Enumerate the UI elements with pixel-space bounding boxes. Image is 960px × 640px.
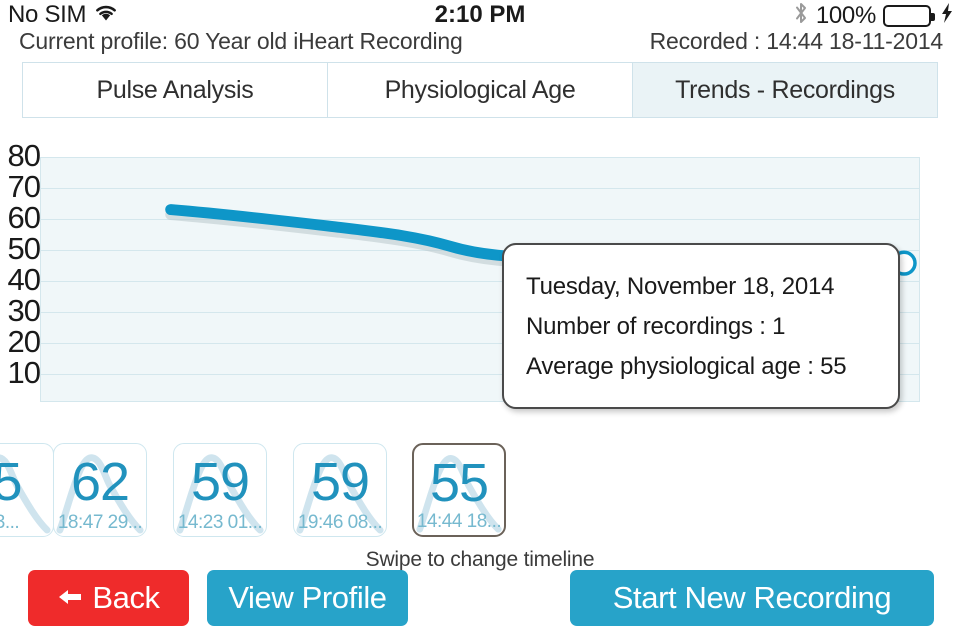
tab-bar: Pulse Analysis Physiological Age Trends … bbox=[22, 62, 938, 118]
thumbnail-value: 55 bbox=[429, 453, 489, 513]
thumbnail-value: 59 bbox=[190, 452, 250, 512]
chart-y-axis: 80 70 60 50 40 30 20 10 bbox=[0, 138, 41, 428]
tooltip-average-age-label: Average physiological age : 55 bbox=[526, 353, 847, 380]
tooltip-recordings-label: Number of recordings : 1 bbox=[526, 313, 786, 340]
y-tick-50: 50 bbox=[7, 231, 41, 266]
y-tick-10: 10 bbox=[7, 355, 41, 390]
back-button[interactable]: Back bbox=[28, 570, 189, 626]
back-button-label: Back bbox=[92, 580, 160, 615]
thumbnail-item[interactable]: 59 14:23 01... bbox=[173, 443, 267, 537]
battery-full-icon bbox=[883, 4, 935, 27]
thumbnail-value: 62 bbox=[70, 452, 130, 512]
start-new-recording-button-label: Start New Recording bbox=[612, 580, 892, 615]
swipe-hint-label: Swipe to change timeline bbox=[365, 548, 595, 571]
bluetooth-icon bbox=[793, 1, 809, 30]
current-profile-label: Current profile: 60 Year old iHeart Reco… bbox=[19, 28, 463, 54]
chart-tooltip: Tuesday, November 18, 2014 Number of rec… bbox=[502, 243, 900, 409]
thumbnail-time: 14:44 18... bbox=[416, 511, 502, 532]
thumbnail-value: 5 bbox=[0, 452, 53, 512]
thumbnail-item-selected[interactable]: 55 14:44 18... bbox=[412, 443, 506, 537]
thumbnail-time: 19:46 08... bbox=[297, 512, 383, 533]
recording-thumbnail-strip[interactable]: 5 3... 62 18:47 29... 59 14:23 01... 59 … bbox=[0, 443, 960, 539]
view-profile-button[interactable]: View Profile bbox=[207, 570, 408, 626]
thumbnail-time: 3... bbox=[0, 512, 20, 533]
lightning-bolt-icon bbox=[940, 2, 954, 29]
y-tick-30: 30 bbox=[7, 293, 41, 328]
thumbnail-time: 14:23 01... bbox=[177, 512, 263, 533]
profile-info-bar: Current profile: 60 Year old iHeart Reco… bbox=[0, 28, 960, 56]
recorded-label: Recorded : 14:44 18-11-2014 bbox=[649, 28, 944, 54]
app-screen: No SIM 2:10 PM 100% Current profile: 60 … bbox=[0, 0, 960, 640]
tab-physiological-age[interactable]: Physiological Age bbox=[328, 63, 633, 117]
arrow-left-icon bbox=[57, 580, 83, 616]
y-tick-20: 20 bbox=[7, 324, 41, 359]
clock-label: 2:10 PM bbox=[434, 1, 526, 28]
y-tick-80: 80 bbox=[7, 138, 41, 173]
thumbnail-time: 18:47 29... bbox=[57, 512, 143, 533]
view-profile-button-label: View Profile bbox=[228, 580, 387, 615]
thumbnail-value: 59 bbox=[310, 452, 370, 512]
y-tick-60: 60 bbox=[7, 200, 41, 235]
tab-pulse-analysis[interactable]: Pulse Analysis bbox=[23, 63, 328, 117]
status-bar-right: 100% bbox=[793, 1, 954, 30]
y-tick-40: 40 bbox=[7, 262, 41, 297]
battery-percent-label: 100% bbox=[815, 1, 876, 29]
y-tick-70: 70 bbox=[7, 169, 41, 204]
thumbnail-item[interactable]: 5 3... bbox=[0, 443, 54, 537]
tab-trends-recordings[interactable]: Trends - Recordings bbox=[633, 63, 937, 117]
thumbnail-item[interactable]: 59 19:46 08... bbox=[293, 443, 387, 537]
tooltip-date-label: Tuesday, November 18, 2014 bbox=[526, 273, 835, 300]
status-bar: No SIM 2:10 PM 100% bbox=[0, 0, 960, 30]
thumbnail-item[interactable]: 62 18:47 29... bbox=[53, 443, 147, 537]
start-new-recording-button[interactable]: Start New Recording bbox=[570, 570, 934, 626]
